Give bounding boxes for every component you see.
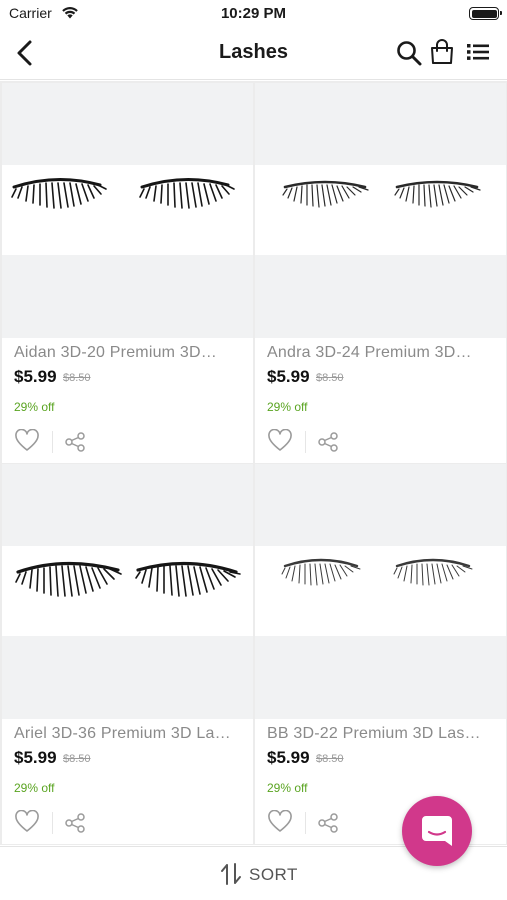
product-name[interactable]: Ariel 3D-36 Premium 3D La…: [14, 725, 246, 743]
product-card[interactable]: Ariel 3D-36 Premium 3D La… $5.99 $8.50 2…: [2, 464, 253, 844]
heart-icon[interactable]: [14, 429, 40, 453]
product-old-price: $8.50: [63, 372, 91, 384]
product-name[interactable]: Andra 3D-24 Premium 3D…: [267, 344, 499, 362]
discount-label: 29% off: [267, 400, 308, 414]
discount-label: 29% off: [14, 781, 55, 795]
nav-bar: Lashes: [0, 28, 507, 80]
product-image[interactable]: [255, 83, 506, 338]
discount-label: 29% off: [14, 400, 55, 414]
battery-icon: [469, 7, 502, 20]
chat-button[interactable]: [402, 796, 472, 866]
product-old-price: $8.50: [316, 753, 344, 765]
product-old-price: $8.50: [316, 372, 344, 384]
share-icon[interactable]: [64, 812, 86, 834]
product-image[interactable]: [255, 464, 506, 719]
discount-label: 29% off: [267, 781, 308, 795]
product-card[interactable]: Aidan 3D-20 Premium 3D… $5.99 $8.50 29% …: [2, 83, 253, 463]
share-icon[interactable]: [64, 431, 86, 453]
product-card[interactable]: BB 3D-22 Premium 3D Las… $5.99 $8.50 29%…: [255, 464, 506, 844]
product-image[interactable]: [2, 83, 253, 338]
chat-icon[interactable]: [421, 814, 453, 848]
sort-icon[interactable]: [220, 862, 242, 886]
share-icon[interactable]: [317, 812, 339, 834]
product-name[interactable]: Aidan 3D-20 Premium 3D…: [14, 344, 246, 362]
share-icon[interactable]: [317, 431, 339, 453]
divider: [52, 812, 53, 834]
product-card[interactable]: Andra 3D-24 Premium 3D… $5.99 $8.50 29% …: [255, 83, 506, 463]
divider: [52, 431, 53, 453]
product-grid: Aidan 3D-20 Premium 3D… $5.99 $8.50 29% …: [0, 81, 507, 845]
heart-icon[interactable]: [267, 429, 293, 453]
search-icon[interactable]: [396, 40, 422, 66]
list-icon[interactable]: [467, 42, 489, 62]
heart-icon[interactable]: [14, 810, 40, 834]
product-price: $5.99: [267, 367, 310, 386]
status-bar: Carrier 10:29 PM: [0, 0, 507, 28]
product-name[interactable]: BB 3D-22 Premium 3D Las…: [267, 725, 499, 743]
product-image[interactable]: [2, 464, 253, 719]
product-price: $5.99: [267, 748, 310, 767]
shopping-bag-icon[interactable]: [430, 39, 454, 65]
heart-icon[interactable]: [267, 810, 293, 834]
divider: [305, 431, 306, 453]
sort-label[interactable]: SORT: [249, 865, 298, 885]
product-price: $5.99: [14, 367, 57, 386]
product-price: $5.99: [14, 748, 57, 767]
divider: [305, 812, 306, 834]
status-time: 10:29 PM: [220, 5, 287, 22]
product-old-price: $8.50: [63, 753, 91, 765]
